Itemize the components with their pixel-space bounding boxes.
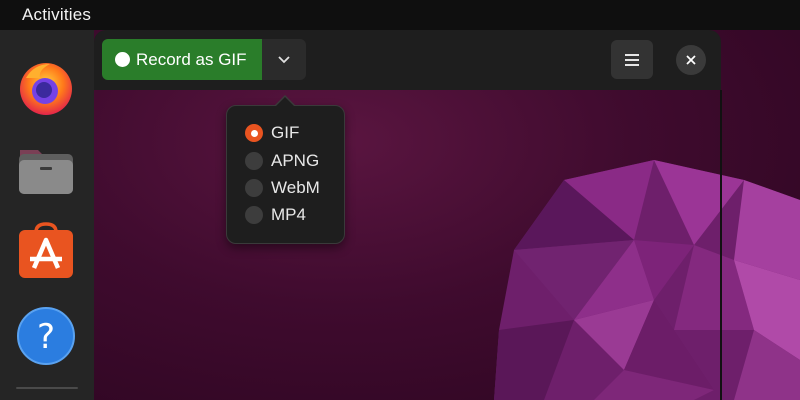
- radio-icon[interactable]: [245, 179, 263, 197]
- format-option-apng[interactable]: APNG: [245, 149, 319, 173]
- dock-app-files[interactable]: [16, 140, 76, 200]
- activities-button[interactable]: Activities: [22, 5, 91, 25]
- dock-app-help[interactable]: ?: [16, 306, 76, 366]
- format-option-label: WebM: [271, 178, 320, 197]
- screenshot-toolbar: Record as GIF: [94, 30, 721, 90]
- folder-icon: [19, 150, 73, 194]
- main-menu-button[interactable]: [611, 40, 653, 79]
- window-frame-edge: [720, 90, 722, 400]
- chevron-down-icon: [278, 55, 290, 63]
- record-button[interactable]: Record as GIF: [102, 39, 262, 80]
- format-dropdown-button[interactable]: [262, 39, 306, 80]
- format-popover: GIF APNG WebM MP4: [226, 105, 345, 244]
- app-store-icon: [19, 222, 73, 278]
- format-option-webm[interactable]: WebM: [245, 176, 320, 200]
- radio-icon[interactable]: [245, 206, 263, 224]
- record-button-label: Record as GIF: [136, 49, 247, 69]
- dock-app-store[interactable]: [16, 222, 76, 282]
- format-option-gif[interactable]: GIF: [245, 121, 299, 145]
- format-option-label: APNG: [271, 151, 320, 170]
- radio-selected-icon[interactable]: [245, 124, 263, 142]
- dock-app-firefox[interactable]: [16, 58, 76, 118]
- format-option-label: GIF: [271, 123, 300, 142]
- hamburger-menu-icon: [625, 53, 639, 66]
- top-bar: Activities: [0, 0, 800, 30]
- radio-icon[interactable]: [245, 152, 263, 170]
- dock-separator: [16, 387, 78, 389]
- help-glyph: ?: [37, 317, 55, 357]
- format-option-label: MP4: [271, 205, 306, 224]
- firefox-icon: [20, 63, 72, 115]
- popover-arrow-fill: [275, 97, 295, 107]
- help-icon: ?: [17, 307, 75, 365]
- close-button[interactable]: [676, 45, 706, 75]
- record-dot-icon: [115, 52, 130, 67]
- close-icon: [686, 55, 696, 65]
- format-option-mp4[interactable]: MP4: [245, 203, 306, 227]
- dock: ?: [0, 30, 94, 400]
